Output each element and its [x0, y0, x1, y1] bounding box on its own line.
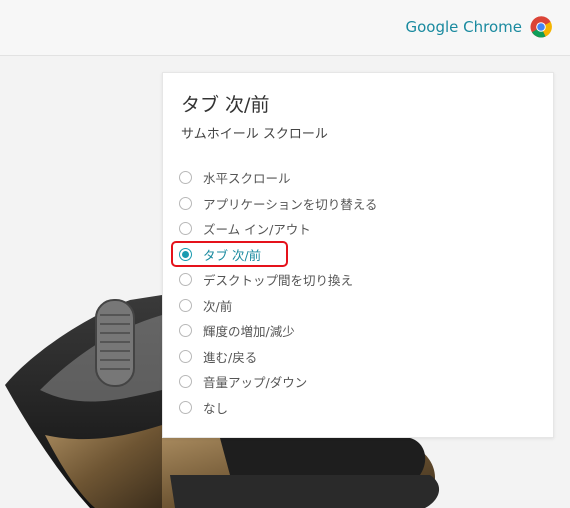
radio-button[interactable] [179, 171, 192, 185]
option-label: タブ 次/前 [203, 247, 262, 263]
option-brightness[interactable]: 輝度の増加/減少 [177, 318, 537, 344]
radio-button[interactable] [179, 400, 192, 414]
radio-button-selected[interactable] [179, 247, 192, 261]
radio-button[interactable] [179, 298, 192, 312]
option-label: 進む/戻る [203, 349, 258, 365]
option-label: なし [203, 400, 229, 416]
option-tab-next-previous[interactable]: タブ 次/前 [171, 240, 537, 268]
panel-title: タブ 次/前 [181, 94, 270, 116]
radio-button[interactable] [179, 273, 192, 287]
option-label: アプリケーションを切り替える [203, 196, 378, 212]
app-name: Google Chrome [405, 18, 523, 36]
option-switch-applications[interactable]: アプリケーションを切り替える [177, 191, 537, 217]
radio-button[interactable] [179, 196, 192, 210]
option-horizontal-scroll[interactable]: 水平スクロール [177, 165, 537, 191]
chrome-icon [530, 16, 552, 38]
option-zoom-in-out[interactable]: ズーム イン/アウト [177, 216, 537, 242]
option-none[interactable]: なし [177, 395, 537, 421]
option-volume[interactable]: 音量アップ/ダウン [177, 369, 537, 395]
top-bar: Google Chrome [0, 0, 570, 56]
radio-button[interactable] [179, 375, 192, 389]
option-forward-back[interactable]: 進む/戻る [177, 344, 537, 370]
option-label: ズーム イン/アウト [203, 222, 311, 238]
option-label: デスクトップ間を切り換え [203, 273, 354, 289]
option-switch-desktops[interactable]: デスクトップ間を切り換え [177, 267, 537, 293]
option-next-previous[interactable]: 次/前 [177, 293, 537, 319]
radio-button[interactable] [179, 222, 192, 236]
option-label: 次/前 [203, 298, 233, 314]
option-label: 音量アップ/ダウン [203, 375, 308, 391]
panel-subtitle: サムホイール スクロール [181, 127, 328, 142]
settings-panel: タブ 次/前 サムホイール スクロール 水平スクロール アプリケーションを切り替… [162, 72, 554, 438]
radio-button[interactable] [179, 324, 192, 338]
action-options-list: 水平スクロール アプリケーションを切り替える ズーム イン/アウト タブ 次/前… [171, 165, 537, 421]
radio-button[interactable] [179, 349, 192, 363]
option-label: 水平スクロール [203, 171, 291, 187]
option-label: 輝度の増加/減少 [203, 324, 295, 340]
